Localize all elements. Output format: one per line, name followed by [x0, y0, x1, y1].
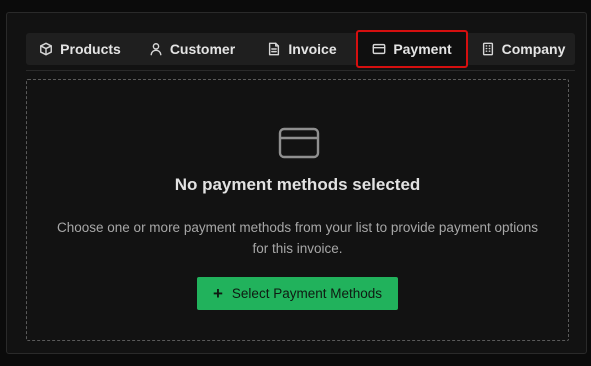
tab-invoice[interactable]: Invoice	[260, 33, 344, 65]
empty-state-description: Choose one or more payment methods from …	[57, 220, 538, 256]
tab-label: Customer	[169, 41, 236, 57]
tab-company[interactable]: Company	[478, 33, 568, 65]
tab-label: Invoice	[288, 41, 337, 57]
tab-label: Payment	[393, 41, 452, 57]
tab-products[interactable]: Products	[34, 33, 126, 65]
building-icon	[482, 42, 493, 56]
invoice-editor-panel: Products Customer Invoice Payment Compan…	[6, 12, 587, 354]
credit-card-icon	[372, 43, 386, 55]
empty-state-title: No payment methods selected	[174, 175, 421, 194]
select-payment-methods-button[interactable]: + Select Payment Methods	[197, 277, 398, 310]
tab-bar: Products Customer Invoice Payment Compan…	[26, 30, 575, 68]
document-icon	[269, 42, 280, 56]
button-label: Select Payment Methods	[231, 286, 382, 301]
plus-icon: +	[212, 284, 223, 303]
tab-divider	[26, 70, 575, 71]
box-icon	[40, 42, 53, 56]
payment-empty-state: No payment methods selected Choose one o…	[26, 79, 569, 341]
user-icon	[150, 43, 162, 56]
tab-customer[interactable]: Customer	[142, 33, 242, 65]
tab-payment[interactable]: Payment	[356, 30, 468, 68]
tab-label: Company	[501, 41, 566, 57]
credit-card-icon	[278, 127, 320, 159]
tab-label: Products	[60, 41, 121, 57]
